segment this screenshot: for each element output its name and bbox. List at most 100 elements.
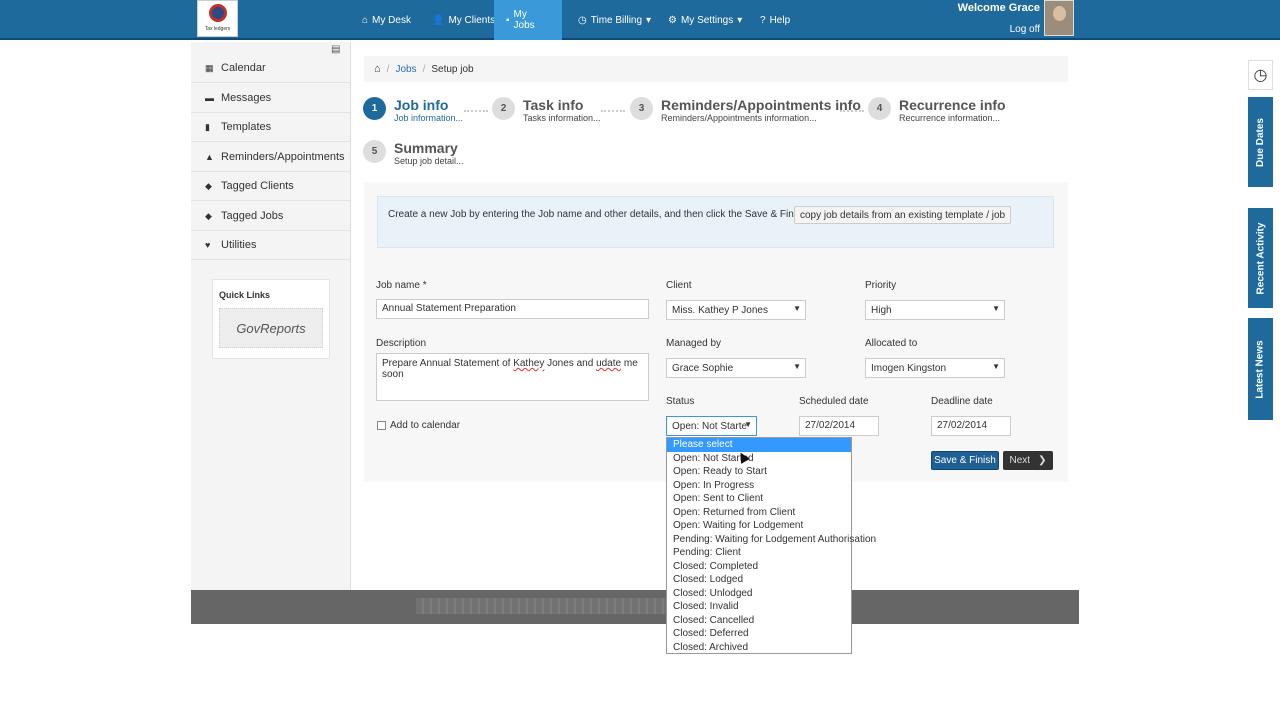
nav-my-desk[interactable]: ⌂ My Desk — [350, 0, 423, 40]
status-label: Status — [666, 396, 695, 407]
sidebar-item-utilities[interactable]: ♥ Utilities — [191, 231, 351, 260]
chevron-right-icon: ❯ — [1038, 455, 1047, 466]
deadline-date-label: Deadline date — [931, 396, 993, 407]
status-option[interactable]: Closed: Cancelled — [667, 614, 851, 628]
tab-recent-activity[interactable]: Recent Activity — [1248, 208, 1273, 308]
clock-icon: ◷ — [578, 14, 587, 26]
step-connector — [601, 110, 625, 112]
tag-icon: ◆ — [205, 210, 212, 221]
status-option[interactable]: Open: Sent to Client — [667, 492, 851, 506]
client-label: Client — [666, 280, 692, 291]
description-text: udate — [596, 358, 622, 369]
description-textarea[interactable]: Prepare Annual Statement of Kathey Jones… — [376, 353, 649, 401]
status-option[interactable]: Please select — [667, 438, 851, 452]
status-dropdown-list: Please select Open: Not Started Open: Re… — [666, 437, 876, 655]
scheduled-date-input[interactable]: 27/02/2014 — [799, 416, 879, 436]
sidebar-item-label: Tagged Jobs — [221, 210, 284, 222]
managed-by-select[interactable]: Grace Sophie ▼ — [666, 358, 806, 378]
clock-icon[interactable]: ◷ — [1248, 60, 1273, 90]
top-navigation-bar: Tax ledgers ⌂ My Desk 👤 My Clients ▪ My … — [0, 0, 1280, 40]
checkbox-box[interactable] — [377, 421, 386, 430]
app-logo[interactable]: Tax ledgers — [197, 0, 238, 37]
sidebar-item-messages[interactable]: ▬ Messages — [191, 84, 351, 113]
sidebar-item-calendar[interactable]: ▦ Calendar — [191, 54, 351, 83]
govreports-link[interactable]: GovReports — [219, 308, 323, 348]
status-option[interactable]: Open: In Progress — [667, 479, 851, 493]
nav-time-billing[interactable]: ◷ Time Billing ▾ — [566, 0, 663, 40]
nav-label: My Desk — [372, 14, 411, 26]
document-icon: ▮ — [205, 121, 210, 132]
nav-my-settings[interactable]: ⚙ My Settings ▾ — [656, 0, 754, 40]
breadcrumb-current: Setup job — [431, 63, 474, 75]
status-option[interactable]: Closed: Unlodged — [667, 587, 851, 601]
info-banner: Create a new Job by entering the Job nam… — [377, 196, 1054, 248]
step-job-info[interactable]: 1 Job info Job information... — [363, 97, 463, 123]
home-icon[interactable]: ⌂ — [374, 63, 381, 75]
status-value: Open: Not Starte — [672, 421, 748, 432]
priority-value: High — [871, 305, 892, 316]
client-value: Miss. Kathey P Jones — [672, 305, 768, 316]
status-option[interactable]: Open: Returned from Client — [667, 506, 851, 520]
priority-select[interactable]: High ▼ — [865, 300, 1005, 320]
avatar[interactable] — [1044, 0, 1074, 36]
sidebar-item-templates[interactable]: ▮ Templates — [191, 113, 351, 142]
status-option[interactable]: Closed: Deferred — [667, 627, 851, 641]
allocated-to-select[interactable]: Imogen Kingston ▼ — [865, 358, 1005, 378]
job-name-input[interactable]: Annual Statement Preparation — [376, 299, 649, 319]
status-option[interactable]: Closed: Invalid — [667, 600, 851, 614]
sidebar: ▤ ▦ Calendar ▬ Messages ▮ Templates ▲ Re… — [191, 42, 351, 590]
tab-due-dates[interactable]: Due Dates — [1248, 97, 1273, 187]
nav-my-jobs[interactable]: ▪ My Jobs — [494, 0, 562, 40]
next-button[interactable]: Next ❯ — [1003, 451, 1053, 470]
sidebar-item-tagged-jobs[interactable]: ◆ Tagged Jobs — [191, 202, 351, 231]
add-to-calendar-checkbox[interactable]: Add to calendar — [377, 420, 460, 431]
job-name-label: Job name * — [376, 280, 427, 291]
tab-label: Due Dates — [1255, 117, 1266, 167]
step-recurrence-info[interactable]: 4 Recurrence info Recurrence information… — [868, 97, 1006, 123]
status-option[interactable]: Open: Waiting for Lodgement — [667, 519, 851, 533]
allocated-to-value: Imogen Kingston — [871, 363, 947, 374]
nav-label: Time Billing — [590, 14, 643, 26]
status-option[interactable]: Pending: Waiting for Lodgement Authorisa… — [667, 533, 876, 547]
client-select[interactable]: Miss. Kathey P Jones ▼ — [666, 300, 806, 320]
step-reminders-info[interactable]: 3 Reminders/Appointments info Reminders/… — [630, 97, 861, 123]
status-option[interactable]: Open: Ready to Start — [667, 465, 851, 479]
status-option[interactable]: Open: Not Started — [667, 452, 851, 466]
logoff-link[interactable]: Log off — [990, 24, 1040, 35]
tab-label: Recent Activity — [1255, 222, 1266, 294]
status-option[interactable]: Closed: Lodged — [667, 573, 851, 587]
next-label: Next — [1009, 455, 1031, 466]
step-task-info[interactable]: 2 Task info Tasks information... — [492, 97, 601, 123]
sidebar-item-label: Calendar — [221, 62, 266, 74]
sidebar-item-reminders[interactable]: ▲ Reminders/Appointments — [191, 143, 351, 172]
status-option[interactable]: Closed: Completed — [667, 560, 851, 574]
gear-icon: ⚙ — [668, 14, 677, 26]
deadline-date-input[interactable]: 27/02/2014 — [931, 416, 1011, 436]
calendar-icon: ▦ — [205, 62, 214, 73]
nav-help[interactable]: ? Help — [748, 0, 802, 40]
status-select[interactable]: Open: Not Starte ▼ — [666, 416, 757, 436]
quick-links-title: Quick Links — [219, 290, 271, 300]
breadcrumb-jobs-link[interactable]: Jobs — [395, 64, 416, 75]
step-number: 1 — [363, 97, 386, 120]
status-option[interactable]: Closed: Archived — [667, 641, 851, 655]
managed-by-value: Grace Sophie — [672, 363, 734, 374]
status-option[interactable]: Pending: Client — [667, 546, 851, 560]
messages-icon: ▬ — [205, 93, 214, 103]
step-number: 4 — [868, 97, 891, 120]
sidebar-item-label: Utilities — [221, 239, 257, 251]
step-connector — [840, 110, 864, 112]
info-text: Create a new Job by entering the Job nam… — [388, 209, 852, 220]
logo-emblem-icon — [209, 4, 227, 22]
sidebar-item-label: Reminders/Appointments — [221, 151, 345, 163]
copy-job-details-button[interactable]: copy job details from an existing templa… — [794, 206, 1012, 224]
chevron-down-icon: ▼ — [793, 362, 801, 371]
save-finish-button[interactable]: Save & Finish — [931, 451, 999, 470]
users-icon: 👤 — [432, 14, 445, 26]
logo-caption: Tax ledgers — [204, 26, 231, 32]
description-text: Kathey — [513, 358, 545, 369]
tab-latest-news[interactable]: Latest News — [1248, 318, 1273, 420]
sidebar-item-tagged-clients[interactable]: ◆ Tagged Clients — [191, 172, 351, 201]
welcome-text: Welcome Grace — [957, 2, 1040, 14]
step-summary[interactable]: 5 Summary Setup job detail... — [363, 140, 464, 166]
